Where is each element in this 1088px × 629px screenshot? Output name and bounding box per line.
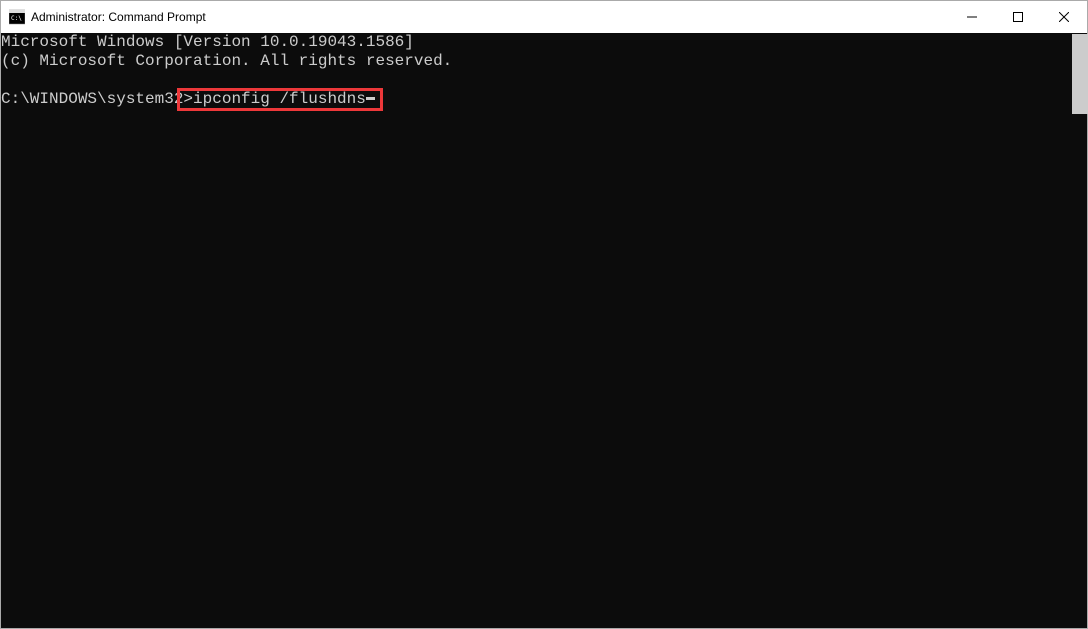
terminal-area[interactable]: Microsoft Windows [Version 10.0.19043.15… bbox=[1, 33, 1087, 628]
typed-command: ipconfig /flushdns bbox=[193, 90, 366, 109]
scrollbar-thumb[interactable] bbox=[1072, 34, 1088, 114]
banner-line: Microsoft Windows [Version 10.0.19043.15… bbox=[1, 33, 1087, 52]
svg-text:C:\: C:\ bbox=[11, 15, 22, 22]
window-title: Administrator: Command Prompt bbox=[31, 10, 206, 24]
titlebar[interactable]: C:\ Administrator: Command Prompt bbox=[1, 1, 1087, 33]
window-controls bbox=[949, 1, 1087, 33]
cursor bbox=[366, 97, 375, 100]
maximize-button[interactable] bbox=[995, 1, 1041, 33]
cmd-icon: C:\ bbox=[9, 9, 25, 25]
banner-line: (c) Microsoft Corporation. All rights re… bbox=[1, 52, 1087, 71]
close-button[interactable] bbox=[1041, 1, 1087, 33]
blank-line bbox=[1, 71, 1087, 90]
titlebar-left: C:\ Administrator: Command Prompt bbox=[9, 9, 206, 25]
minimize-button[interactable] bbox=[949, 1, 995, 33]
command-prompt-window: C:\ Administrator: Command Prompt Micros… bbox=[0, 0, 1088, 629]
prompt-line: C:\WINDOWS\system32>ipconfig /flushdns bbox=[1, 90, 1087, 109]
prompt-path: C:\WINDOWS\system32> bbox=[1, 90, 193, 109]
